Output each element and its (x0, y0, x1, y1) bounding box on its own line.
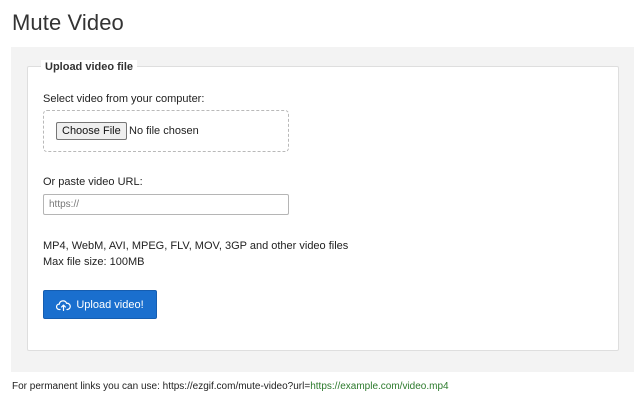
fieldset-legend: Upload video file (41, 60, 138, 74)
file-dropzone[interactable]: Choose File No file chosen (43, 110, 289, 152)
choose-file-button[interactable]: Choose File (56, 122, 127, 140)
upload-fieldset: Upload video file Select video from your… (27, 60, 619, 351)
url-label: Or paste video URL: (43, 176, 143, 188)
permanent-links-prefix: For permanent links you can use: https:/… (12, 381, 311, 392)
permanent-links-note: For permanent links you can use: https:/… (12, 380, 449, 393)
page-title: Mute Video (12, 10, 124, 35)
select-video-label: Select video from your computer: (43, 93, 205, 105)
example-video-link[interactable]: https://example.com/video.mp4 (310, 381, 448, 392)
max-file-size-text: Max file size: 100MB (43, 256, 145, 268)
upload-button-label: Upload video! (76, 298, 144, 311)
file-status-text: No file chosen (129, 125, 199, 137)
supported-formats-text: MP4, WebM, AVI, MPEG, FLV, MOV, 3GP and … (43, 240, 349, 252)
upload-panel: Upload video file Select video from your… (11, 47, 634, 372)
video-url-input[interactable] (43, 194, 289, 215)
cloud-upload-icon (56, 299, 72, 311)
upload-video-button[interactable]: Upload video! (43, 290, 157, 319)
